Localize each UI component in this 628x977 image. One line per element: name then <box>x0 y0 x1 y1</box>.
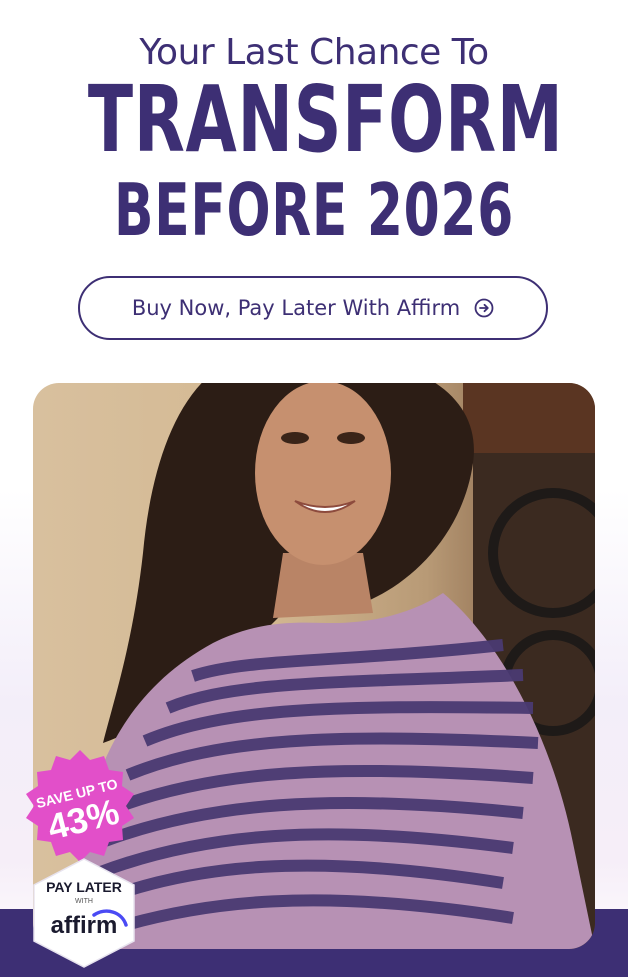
with-label: WITH <box>75 898 93 905</box>
affirm-brand: affirm <box>51 912 118 939</box>
affirm-pay-later-badge: PAY LATER WITH affirm <box>33 858 135 968</box>
save-up-to-badge: SAVE UP TO 43% <box>26 750 134 862</box>
pay-later-label: PAY LATER <box>46 879 122 895</box>
headline-before-year: BEFORE 2026 <box>113 168 514 252</box>
arrow-right-circle-icon <box>474 298 494 318</box>
cta-label: Buy Now, Pay Later With Affirm <box>131 296 461 320</box>
buy-now-pay-later-button[interactable]: Buy Now, Pay Later With Affirm <box>78 276 548 340</box>
headline-transform: TRANSFORM <box>87 66 564 173</box>
